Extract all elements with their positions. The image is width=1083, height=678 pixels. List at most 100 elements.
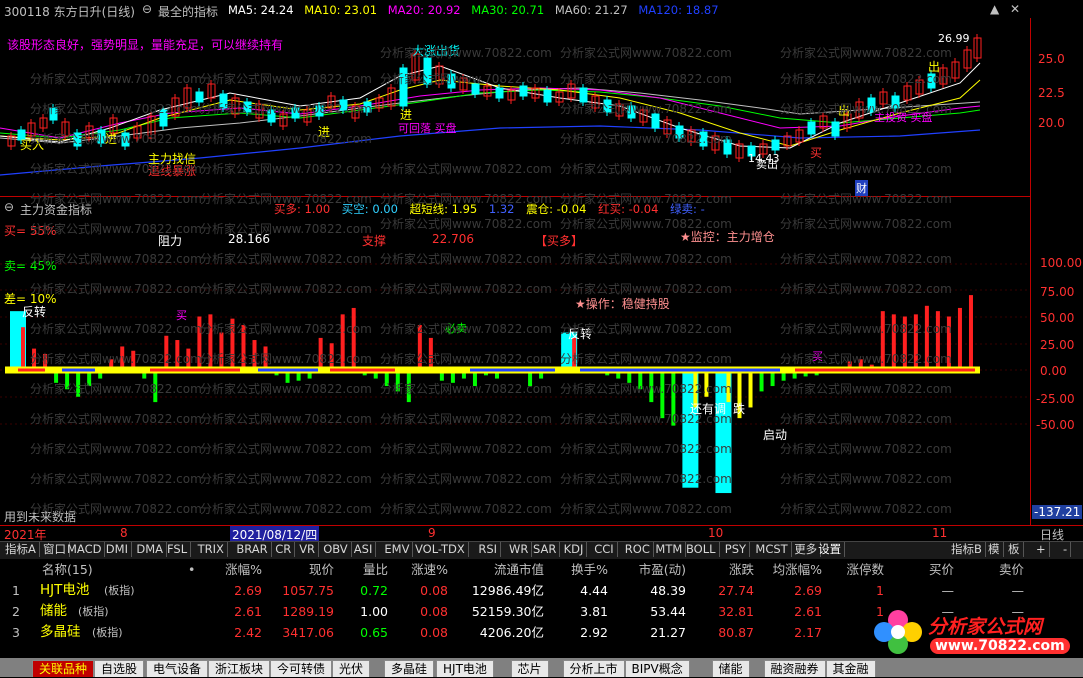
cell-price: 3417.06 xyxy=(282,625,334,640)
tab-obv[interactable]: OBV xyxy=(320,542,352,557)
col-bid[interactable]: 买价 xyxy=(920,559,954,580)
cell-pe: 21.27 xyxy=(650,625,686,640)
tab-indicator-a[interactable]: 指标A xyxy=(2,542,40,557)
cell-name: HJT电池 xyxy=(40,582,90,598)
watermark-text: 分析家公式网www.70822.com xyxy=(30,282,202,296)
tab-emv[interactable]: EMV xyxy=(381,542,414,557)
col-diff[interactable]: 涨跌 xyxy=(720,559,754,580)
bottom-tab[interactable]: 多晶硅 xyxy=(384,660,435,677)
tab-roc[interactable]: ROC xyxy=(622,542,654,557)
tab-dma[interactable]: DMA xyxy=(133,542,168,557)
cell-speed: 0.08 xyxy=(420,583,448,598)
watermark-text: 分析家公式网www.70822.com xyxy=(780,472,952,486)
col-price[interactable]: 现价 xyxy=(300,559,334,580)
watermark-text: 分析家公式网www.70822.com xyxy=(200,352,372,366)
tab-dmi[interactable]: DMI xyxy=(103,542,132,557)
bottom-tab[interactable]: 分析上市 xyxy=(562,660,625,677)
col-change[interactable]: 涨幅% xyxy=(218,559,262,580)
bottom-tab[interactable]: 电气设备 xyxy=(146,660,209,677)
watermark-text: 分析家公式网www.70822.com xyxy=(200,102,372,116)
tab-cci[interactable]: CCI xyxy=(591,542,618,557)
close-icon[interactable]: ✕ xyxy=(1010,2,1020,16)
tab-vr[interactable]: VR xyxy=(296,542,320,557)
watermark-text: 分析家公式网www.70822.com xyxy=(380,442,552,456)
bottom-tab[interactable]: 芯片 xyxy=(510,660,549,677)
bottom-tab[interactable]: BIPV概念 xyxy=(624,660,690,677)
tab-kdj[interactable]: KDJ xyxy=(561,542,588,557)
collapse-icon[interactable]: ⊖ xyxy=(142,2,152,16)
col-ask[interactable]: 卖价 xyxy=(990,559,1024,580)
watermark-text: 分析家公式网www.70822.com xyxy=(380,162,552,176)
tab-sar[interactable]: SAR xyxy=(530,542,561,557)
candle-body xyxy=(543,89,552,103)
sell-mark: 卖出 xyxy=(756,158,778,171)
bottom-tab[interactable]: 其金融 xyxy=(825,660,876,677)
watermark-text: 分析家公式网www.70822.com xyxy=(200,322,372,336)
bottom-tab[interactable]: 浙江板块 xyxy=(208,660,271,677)
cell-tag: (板指) xyxy=(104,584,135,597)
watermark-text: 分析家公式网www.70822.com xyxy=(780,442,952,456)
tab-cr[interactable]: CR xyxy=(272,542,296,557)
tab-rsi[interactable]: RSI xyxy=(475,542,502,557)
col-avg-change[interactable]: 均涨幅% xyxy=(766,559,822,580)
ind-tick-0: 0.00 xyxy=(1040,364,1067,378)
indicator-collapse-icon[interactable]: ⊖ xyxy=(4,200,14,214)
scroll-up-icon[interactable]: ▲ xyxy=(990,2,999,16)
tab-macd[interactable]: MACD xyxy=(64,542,106,557)
tab-设置[interactable]: 设置 xyxy=(815,542,846,557)
watermark-text: 分析家公式网www.70822.com xyxy=(380,252,552,266)
buy-mark-2: 买 xyxy=(810,146,823,160)
watermark-text: 分析家公式网www.70822.com xyxy=(560,322,732,336)
bottom-tab[interactable]: 关联品种 xyxy=(32,660,95,677)
tab-mcst[interactable]: MCST xyxy=(752,542,792,557)
tab-wr[interactable]: WR xyxy=(506,542,533,557)
col-name[interactable]: 名称(15) xyxy=(42,559,93,580)
price-tick-22-5: 22.5 xyxy=(1038,86,1065,100)
watermark-text: 分析家公式网www.70822.com xyxy=(30,502,202,516)
watermark-text: 分析家公式网www.70822.com xyxy=(560,382,732,396)
bottom-tab[interactable]: 储能 xyxy=(711,660,750,677)
watermark-text: 分析家公式网www.70822.com xyxy=(780,72,952,86)
bottom-tab[interactable]: 自选股 xyxy=(94,660,145,677)
watermark-text: 分析家公式网www.70822.com xyxy=(30,162,202,176)
col-limit-count[interactable]: 涨停数 xyxy=(838,559,884,580)
tab-board[interactable]: 板 xyxy=(1005,542,1024,557)
cell-turnover: 2.92 xyxy=(580,625,608,640)
col-market-cap[interactable]: 流通市值 xyxy=(482,559,544,580)
watermark-text: 分析家公式网www.70822.com xyxy=(30,412,202,426)
cell-cap: 4206.20亿 xyxy=(479,625,544,640)
bottom-tab[interactable]: 光伏 xyxy=(332,660,371,677)
tab-asi[interactable]: ASI xyxy=(351,542,377,557)
tab-template[interactable]: 模 xyxy=(985,542,1004,557)
flower-logo-icon xyxy=(874,610,922,654)
watermark-text: 分析家公式网www.70822.com xyxy=(380,382,552,396)
tab-trix[interactable]: TRIX xyxy=(195,542,228,557)
table-row[interactable]: 1 HJT电池 (板指) 2.69 1057.75 0.72 0.08 12986.49亿 4.… xyxy=(0,580,1030,601)
col-volume-ratio[interactable]: 量比 xyxy=(352,559,388,580)
col-turnover[interactable]: 换手% xyxy=(568,559,608,580)
tab-remove[interactable]: - xyxy=(1060,542,1072,557)
bottom-tab[interactable]: HJT电池 xyxy=(436,660,494,677)
tab-brar[interactable]: BRAR xyxy=(233,542,272,557)
cell-pe: 53.44 xyxy=(650,604,686,619)
tab-mtm[interactable]: MTM xyxy=(652,542,687,557)
cell-chg: 2.61 xyxy=(234,604,262,619)
tab-fsl[interactable]: FSL xyxy=(164,542,192,557)
tab-indicator-b[interactable]: 指标B xyxy=(948,542,986,557)
ind-tick-neg25: -25.00 xyxy=(1036,392,1075,406)
tab-vol-tdx[interactable]: VOL-TDX xyxy=(412,542,469,557)
tab-boll[interactable]: BOLL xyxy=(683,542,720,557)
watermark-text: 分析家公式网www.70822.com xyxy=(200,472,372,486)
cell-tag: (板指) xyxy=(78,605,109,618)
watermark-text: 分析家公式网www.70822.com xyxy=(200,502,372,516)
tab-add[interactable]: + xyxy=(1033,542,1050,557)
bottom-tab[interactable]: 融资融券 xyxy=(763,660,826,677)
price-tick-20: 20.0 xyxy=(1038,116,1065,130)
tab-psy[interactable]: PSY xyxy=(722,542,751,557)
cell-turnover: 3.81 xyxy=(580,604,608,619)
bottom-tab[interactable]: 今可转债 xyxy=(270,660,333,677)
col-speed[interactable]: 涨速% xyxy=(408,559,448,580)
col-pe[interactable]: 市盈(动) xyxy=(622,559,686,580)
pullback-mark: 可回落 买盘 xyxy=(398,122,457,135)
watermark-text: 分析家公式网www.70822.com xyxy=(560,472,732,486)
